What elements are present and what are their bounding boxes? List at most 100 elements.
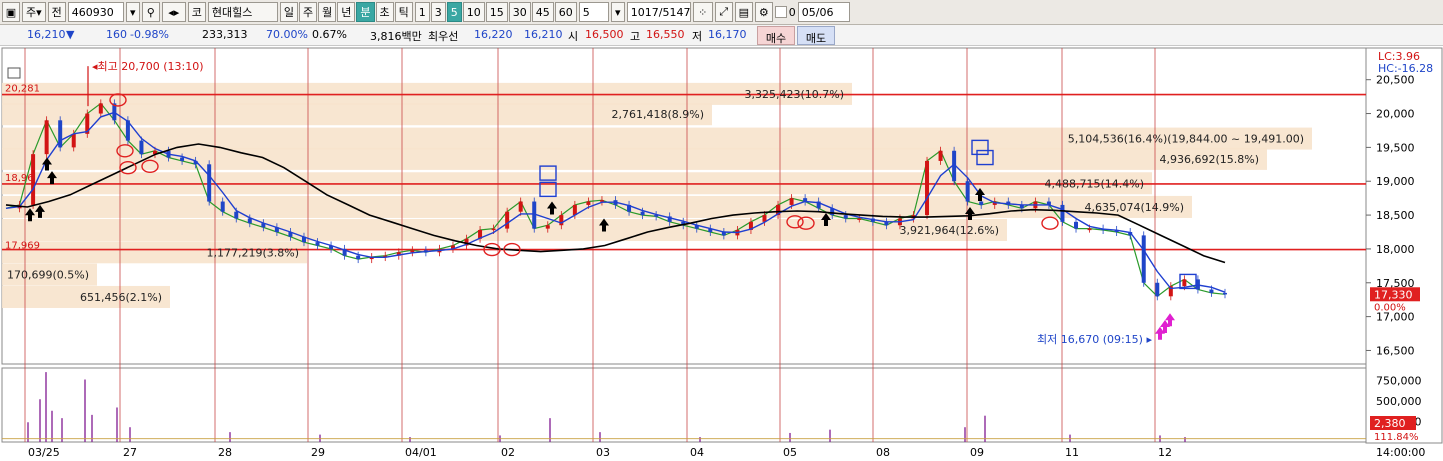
volume-current-label: 2,380 (1374, 417, 1406, 430)
minute-button[interactable]: 3 (430, 2, 446, 22)
candle (789, 198, 794, 205)
volume-profile-label: 170,699(0.5%) (7, 269, 89, 282)
minute-button[interactable]: 60 (554, 2, 577, 22)
level-label: 20,281 (5, 84, 40, 95)
option-checkbox[interactable] (774, 6, 787, 18)
search-icon[interactable]: ⚲ (141, 2, 160, 22)
volume-profile-bar (2, 218, 1007, 241)
minute-button[interactable]: 30 (508, 2, 531, 22)
candle (1209, 289, 1214, 293)
candle (1060, 204, 1065, 222)
open-label: 시 (568, 30, 579, 43)
level-label: 17,969 (5, 241, 40, 252)
volume-profile-label: 651,456(2.1%) (80, 291, 162, 304)
market-b-button[interactable]: 전 (47, 2, 66, 22)
level-label: 18,96 (5, 173, 34, 184)
period-button[interactable]: 일 (279, 2, 299, 22)
code-dropdown-icon[interactable]: ▾ (125, 2, 140, 22)
x-tick-label: 11 (1065, 446, 1079, 459)
period-button[interactable]: 틱 (394, 2, 413, 22)
buy-button[interactable]: 매수 (757, 26, 795, 45)
minute-button[interactable]: 5 (446, 2, 462, 22)
x-tick-label: 05 (783, 446, 797, 459)
high-price: 16,550 (646, 28, 685, 41)
toolbar: ▣ 주 ▾ 전 460930 ▾ ⚲ ◂▸ 코 현대힐스 일주월년분초틱 1351… (0, 0, 1443, 25)
bid-price: 16,210 (524, 28, 563, 41)
market-a-select[interactable]: 주 ▾ (22, 2, 46, 22)
y-tick-label: 18,500 (1376, 209, 1415, 222)
trade-amount: 3,816백만 (370, 30, 422, 43)
x-tick-label: 09 (970, 446, 984, 459)
volume-profile-label: 1,177,219(3.8%) (206, 246, 299, 259)
stock-name[interactable]: 현대힐스 (207, 2, 278, 22)
x-tick-label: 27 (123, 446, 137, 459)
candle (247, 218, 252, 224)
volume-profile-label: 3,921,964(12.6%) (899, 224, 999, 237)
minute-button[interactable]: 15 (485, 2, 508, 22)
price-change: 160 (106, 28, 127, 41)
low-label: 저 (692, 30, 703, 43)
candle (938, 150, 943, 161)
candle (599, 200, 604, 202)
candle (71, 133, 76, 148)
best-quote-label: 최우선 (428, 30, 459, 43)
x-time-label: 14:00:00 (1376, 446, 1425, 459)
speaker-icon[interactable]: ◂▸ (161, 2, 186, 22)
candle (1155, 282, 1160, 297)
minute-button[interactable]: 45 (531, 2, 554, 22)
price-change-pct: -0.98% (130, 28, 169, 41)
volume-profile-label: 2,761,418(8.9%) (611, 108, 704, 121)
x-tick-label: 12 (1158, 446, 1172, 459)
buy-label: 매수 (765, 32, 787, 45)
period-button[interactable]: 년 (337, 2, 356, 22)
fullscreen-icon[interactable]: ⤢ (714, 2, 733, 22)
minute-button[interactable]: 1 (414, 2, 430, 22)
hc-label: HC:-16.28 (1378, 62, 1433, 75)
link-icon[interactable]: ⁘ (692, 2, 713, 22)
code-input[interactable]: 460930 (67, 2, 124, 22)
open-price: 16,500 (585, 28, 624, 41)
volume-profile-label: 4,635,074(14.9%) (1084, 201, 1184, 214)
date-input[interactable]: 05/06 (797, 2, 850, 22)
volume-profile-label: 5,104,536(16.4%)(19,844.00 ~ 19,491.00) (1068, 133, 1304, 146)
price-chart[interactable]: 16,50017,00017,50018,00018,50019,00019,5… (0, 46, 1443, 461)
candle (207, 164, 212, 202)
minute-button[interactable]: 10 (462, 2, 485, 22)
exchange-label: 코 (187, 2, 206, 22)
market-a-label: 주 (26, 6, 37, 19)
settings-gear-icon[interactable]: ⚙ (754, 2, 773, 22)
candle (1223, 292, 1227, 295)
candle (1182, 279, 1187, 287)
candle (1074, 221, 1079, 229)
x-tick-label: 02 (501, 446, 515, 459)
candle (31, 154, 36, 205)
period-button[interactable]: 분 (356, 2, 375, 22)
period-button[interactable]: 월 (318, 2, 337, 22)
candle (234, 211, 239, 219)
current-pct-label: 0.00% (1374, 302, 1406, 313)
candle (1087, 228, 1092, 231)
y-tick-label: 16,500 (1376, 344, 1415, 357)
candle (843, 215, 848, 219)
x-tick-label: 29 (311, 446, 325, 459)
volume-ratio: 70.00% (266, 28, 308, 41)
count-dropdown-icon[interactable]: ▾ (610, 2, 625, 22)
minute-buttons: 1 3 5 10 15 30 45 60 (414, 2, 577, 22)
candle (925, 160, 930, 216)
sell-button[interactable]: 매도 (797, 26, 835, 45)
turnover-pct: 0.67% (312, 28, 347, 41)
candle (491, 228, 496, 231)
chart-menu-icon[interactable]: ▣ (2, 2, 20, 22)
down-arrow-icon: ▼ (66, 28, 75, 41)
volume-profile-label: 3,325,423(10.7%) (744, 88, 844, 101)
volume-profile-label: 4,488,715(14.4%) (1044, 177, 1144, 190)
candle (1141, 235, 1146, 283)
low-annotation: 최저 16,670 (09:15) ▸ (1037, 333, 1153, 346)
candle (640, 211, 645, 216)
period-button[interactable]: 초 (375, 2, 394, 22)
candle (220, 201, 225, 212)
high-annotation: ◂최고 20,700 (13:10) (92, 60, 204, 73)
count-input[interactable]: 5 (578, 2, 609, 22)
save-icon[interactable]: ▤ (734, 2, 753, 22)
period-button[interactable]: 주 (299, 2, 318, 22)
